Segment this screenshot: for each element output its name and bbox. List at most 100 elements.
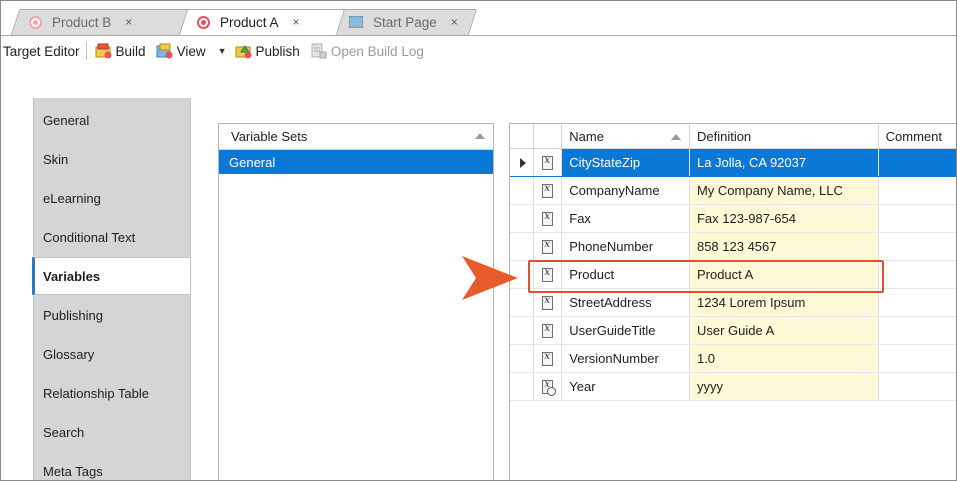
variable-comment[interactable] [878,232,956,261]
sidebar-item-label: Variables [43,268,101,284]
variable-icon-cell [533,148,563,177]
variable-comment[interactable] [878,148,956,177]
sidebar-item-publishing[interactable]: Publishing [34,296,191,334]
tab-close-icon[interactable]: × [293,15,300,29]
variable-definition[interactable]: La Jolla, CA 92037 [689,148,879,177]
table-row[interactable]: PhoneNumber 858 123 4567 [510,232,956,261]
table-row[interactable]: CompanyName My Company Name, LLC [510,176,956,205]
sidebar-item-label: Conditional Text [43,229,136,245]
icon-column-header [533,124,563,149]
tab-start-page[interactable]: Start Page × [330,9,478,35]
variable-icon-cell [533,316,563,345]
variable-name[interactable]: UserGuideTitle [561,316,690,345]
tab-product-b[interactable]: Product B × [10,9,194,35]
sidebar-item-label: Skin [43,151,69,167]
variable-comment[interactable] [878,316,956,345]
build-button[interactable]: Build [91,43,152,59]
sidebar-item-variables[interactable]: Variables [32,257,192,295]
variable-definition[interactable]: 1.0 [689,344,879,373]
row-indicator [510,372,535,401]
variable-name[interactable]: CompanyName [561,176,690,205]
table-row[interactable]: UserGuideTitle User Guide A [510,316,956,345]
variable-definition[interactable]: User Guide A [689,316,879,345]
sidebar-item-skin[interactable]: Skin [34,140,191,178]
variable-icon [542,211,554,227]
table-row[interactable]: StreetAddress 1234 Lorem Ipsum [510,288,956,317]
variable-comment[interactable] [878,288,956,317]
tab-product-a[interactable]: Product A × [178,9,346,35]
sidebar-item-general[interactable]: General [34,101,191,139]
variable-icon [542,295,554,311]
variable-icon [542,239,554,255]
variable-definition[interactable]: Fax 123-987-654 [689,204,879,233]
tab-label: Start Page [373,14,437,30]
view-button[interactable]: View [152,43,212,59]
sidebar-item-search[interactable]: Search [34,413,191,451]
row-indicator [510,344,535,373]
variable-name[interactable]: StreetAddress [561,288,690,317]
variable-icon-cell [533,260,563,289]
variable-definition[interactable]: 858 123 4567 [689,232,879,261]
column-header-definition[interactable]: Definition [689,124,879,149]
sidebar-item-label: General [43,112,90,128]
variables-table: Name Definition Comment CityStateZip La … [510,124,956,401]
variable-definition[interactable]: My Company Name, LLC [689,176,879,205]
variable-icon [542,155,554,171]
column-header-comment[interactable]: Comment [878,124,956,149]
publish-button[interactable]: Publish [231,43,306,59]
variable-comment[interactable] [878,344,956,373]
sidebar-item-label: eLearning [43,190,101,206]
variable-icon [542,323,554,339]
variable-comment[interactable] [878,260,956,289]
sidebar-item-label: Publishing [43,307,103,323]
variable-name[interactable]: Fax [561,204,690,233]
list-item[interactable]: General [219,150,493,174]
variable-definition[interactable]: Product A [689,260,879,289]
variable-definition[interactable]: 1234 Lorem Ipsum [689,288,879,317]
row-indicator [510,148,535,177]
row-indicator [510,204,535,233]
table-row[interactable]: CityStateZip La Jolla, CA 92037 [510,148,956,177]
sidebar-item-label: Glossary [43,346,95,362]
open-build-log-button[interactable]: Open Build Log [306,43,430,59]
sidebar-item-conditional-text[interactable]: Conditional Text [34,218,191,256]
sidebar-item-glossary[interactable]: Glossary [34,335,191,373]
variable-comment[interactable] [878,176,956,205]
target-icon [29,15,42,29]
sidebar-item-meta-tags[interactable]: Meta Tags [34,452,191,480]
callout-arrow-icon [462,256,518,300]
variable-icon-cell [533,288,563,317]
variable-definition[interactable]: yyyy [689,372,879,401]
sidebar-item-elearning[interactable]: eLearning [34,179,191,217]
variable-sets-header[interactable]: Variable Sets [219,124,493,150]
variable-set-label: General [229,154,276,170]
sidebar-item-relationship-table[interactable]: Relationship Table [34,374,191,412]
table-row-highlighted[interactable]: Product Product A [510,260,956,289]
variable-name[interactable]: VersionNumber [561,344,690,373]
variable-name[interactable]: CityStateZip [561,148,690,177]
tab-label: Product B [52,14,112,30]
variable-name[interactable]: Year [561,372,690,401]
variable-comment[interactable] [878,204,956,233]
variable-comment[interactable] [878,372,956,401]
variable-icon [542,351,554,367]
row-indicator [510,176,535,205]
tab-close-icon[interactable]: × [125,15,132,29]
tab-close-icon[interactable]: × [451,15,458,29]
variables-grid: Name Definition Comment CityStateZip La … [509,123,956,480]
sidebar-item-label: Meta Tags [43,463,103,479]
variable-name[interactable]: PhoneNumber [561,232,690,261]
table-row[interactable]: VersionNumber 1.0 [510,344,956,373]
sort-ascending-icon [670,134,681,140]
variable-name[interactable]: Product [561,260,690,289]
column-header-label: Comment [885,128,942,144]
view-dropdown-chevron-down-icon[interactable]: ▼ [218,46,227,56]
table-header-row: Name Definition Comment [510,124,956,149]
variable-icon-cell [533,204,563,233]
column-header-name[interactable]: Name [561,124,690,149]
build-icon [95,43,112,59]
column-header-label: Definition [696,128,752,144]
table-row[interactable]: Fax Fax 123-987-654 [510,204,956,233]
document-tab-bar: Product B × Start Page × Product A × [1,1,956,37]
table-row[interactable]: Year yyyy [510,372,956,401]
